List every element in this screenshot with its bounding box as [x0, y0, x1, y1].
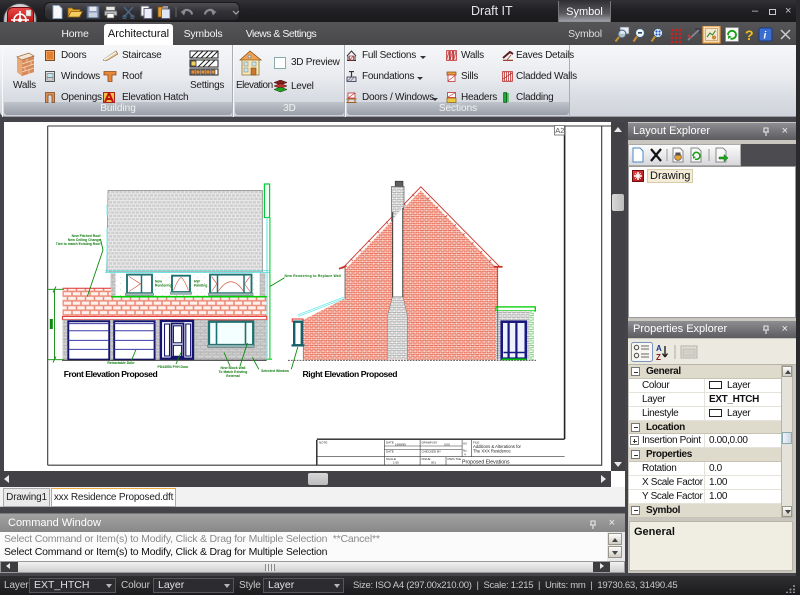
- svg-text:Front Elevation Proposed: Front Elevation Proposed: [64, 369, 158, 379]
- svg-text:XXX: XXX: [444, 443, 450, 447]
- svg-text:?: ?: [745, 27, 754, 43]
- svg-text:Z: Z: [656, 353, 661, 362]
- svg-text:DRAWN BY: DRAWN BY: [422, 441, 438, 445]
- svg-text:PD44554 PVH Door: PD44554 PVH Door: [158, 365, 190, 369]
- svg-text:CHECKED BY: CHECKED BY: [422, 450, 442, 454]
- svg-text:New Rendering to Replace Wall: New Rendering to Replace Wall: [285, 274, 342, 278]
- svg-text:i: i: [764, 31, 767, 42]
- svg-text:Selected Window: Selected Window: [261, 369, 289, 373]
- svg-text:Rendering: Rendering: [155, 284, 172, 288]
- svg-text:Proposed Elevations: Proposed Elevations: [462, 460, 510, 466]
- svg-text:Tied to match Existing Roof: Tied to match Existing Roof: [56, 242, 102, 246]
- svg-text:ISSUE: ISSUE: [422, 457, 431, 461]
- svg-text:NOTE: NOTE: [319, 441, 327, 445]
- svg-text:DWG Title: DWG Title: [448, 457, 462, 461]
- svg-text:Painting: Painting: [194, 284, 207, 288]
- svg-text:External: External: [226, 374, 239, 378]
- svg-text:The XXX Residence: The XXX Residence: [473, 449, 511, 454]
- svg-text:001: 001: [431, 461, 436, 465]
- svg-text:Retractable Door: Retractable Door: [107, 361, 135, 365]
- svg-text:1999/99: 1999/99: [395, 443, 406, 447]
- svg-text:A2: A2: [555, 126, 564, 135]
- svg-text:1:50: 1:50: [393, 461, 399, 465]
- svg-text:A: A: [656, 344, 662, 353]
- svg-text:A3: A3: [463, 442, 467, 446]
- svg-text:DATE: DATE: [386, 441, 394, 445]
- svg-text:Right Elevation Proposed: Right Elevation Proposed: [303, 369, 398, 379]
- svg-text:DATE: DATE: [386, 450, 394, 454]
